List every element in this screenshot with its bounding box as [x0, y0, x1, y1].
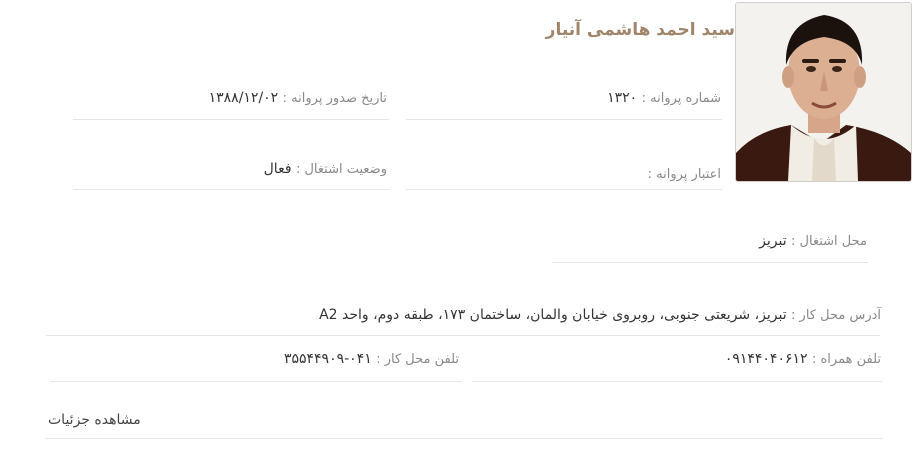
license-number-value: ۱۳۲۰ — [607, 90, 638, 106]
work-address-label: آدرس محل کار : — [791, 308, 881, 323]
issue-date-field: تاریخ صدور پروانه : ۱۳۸۸/۱۲/۰۲ — [209, 90, 387, 106]
employment-status-label: وضعیت اشتغال : — [295, 162, 387, 177]
license-validity-field: اعتبار پروانه : — [648, 166, 721, 182]
divider — [46, 335, 880, 336]
work-place-value: تبریز — [759, 233, 787, 249]
mobile-phone-value: ۰۹۱۴۴۰۴۰۶۱۲ — [724, 351, 808, 367]
work-phone-value: ۰۴۱-۳۵۵۴۴۹۰۹ — [283, 351, 372, 367]
license-number-field: شماره پروانه : ۱۳۲۰ — [607, 90, 721, 106]
work-phone-label: تلفن محل کار : — [376, 352, 459, 367]
profile-photo — [735, 2, 912, 182]
issue-date-value: ۱۳۸۸/۱۲/۰۲ — [208, 90, 279, 106]
employment-status-value: فعال — [263, 161, 292, 177]
divider — [406, 119, 722, 120]
employment-status-field: وضعیت اشتغال : فعال — [264, 161, 387, 177]
issue-date-label: تاریخ صدور پروانه : — [282, 91, 387, 106]
mobile-phone-label: تلفن همراه : — [811, 352, 881, 367]
work-address-value: تبریز، شریعتی جنوبی، روبروی خیابان والما… — [319, 307, 787, 323]
mobile-phone-field: تلفن همراه : ۰۹۱۴۴۰۴۰۶۱۲ — [725, 351, 881, 367]
work-place-field: محل اشتغال : تبریز — [759, 233, 867, 249]
person-portrait-icon — [736, 3, 911, 181]
divider — [46, 438, 882, 439]
license-validity-label: اعتبار پروانه : — [647, 167, 721, 182]
divider — [50, 381, 462, 382]
divider — [73, 189, 389, 190]
divider — [406, 189, 722, 190]
person-name: سید احمد هاشمی آنیار — [545, 20, 735, 40]
work-phone-field: تلفن محل کار : ۰۴۱-۳۵۵۴۴۹۰۹ — [284, 351, 459, 367]
divider — [472, 381, 882, 382]
view-details-link[interactable]: مشاهده جزئیات — [48, 412, 141, 428]
work-address-field: آدرس محل کار : تبریز، شریعتی جنوبی، روبر… — [319, 307, 881, 323]
work-place-label: محل اشتغال : — [791, 234, 867, 249]
license-number-label: شماره پروانه : — [641, 91, 721, 106]
divider — [73, 119, 389, 120]
divider — [552, 262, 868, 263]
